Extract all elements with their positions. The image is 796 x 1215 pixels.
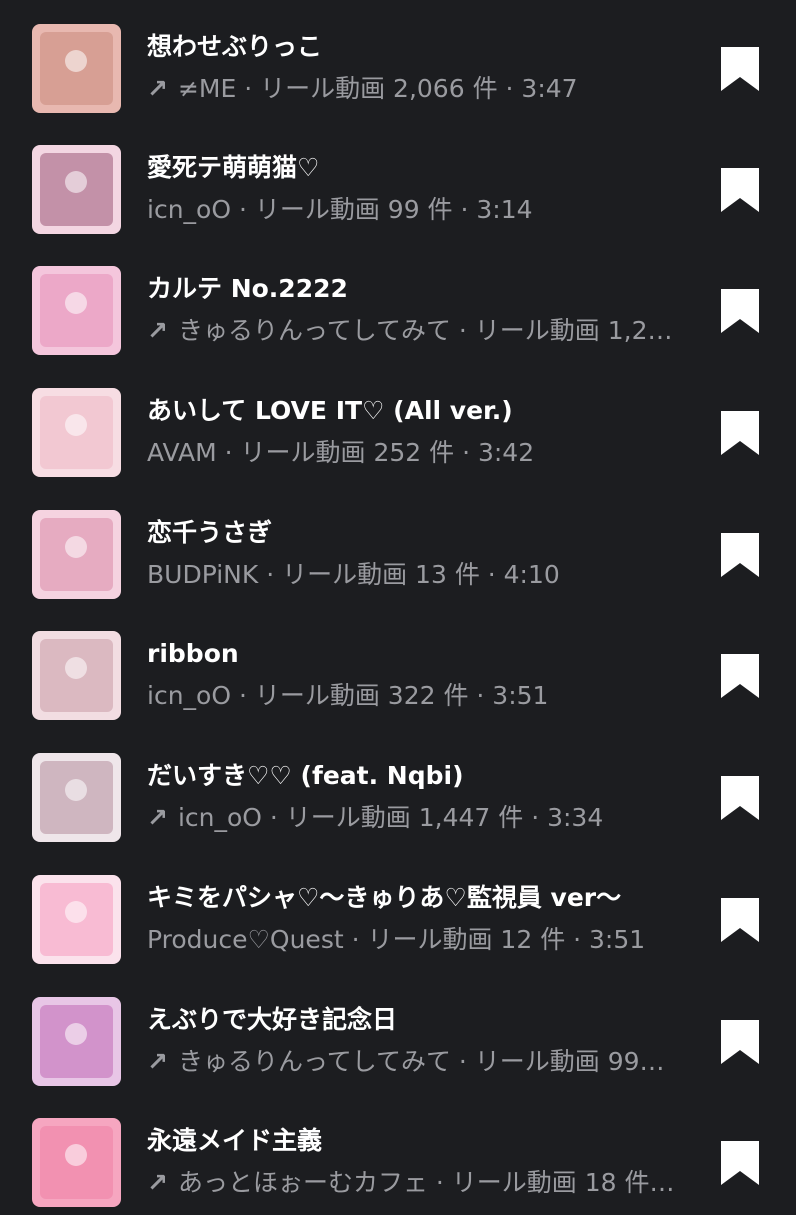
song-meta: ↗ icn_oO · リール動画 1,447 件 · 3:34 <box>147 801 603 835</box>
song-meta: AVAM · リール動画 252 件 · 3:42 <box>147 436 534 470</box>
trending-arrow-icon: ↗ <box>147 803 168 832</box>
song-title: キミをパシャ♡〜きゅりあ♡監視員 ver〜 <box>147 883 622 912</box>
trending-arrow-icon: ↗ <box>147 74 168 103</box>
song-meta-text: きゅるりんってしてみて · リール動画 99… <box>177 1047 665 1076</box>
song-row[interactable]: 想わせぶりっこ ↗ ≠ME · リール動画 2,066 件 · 3:47 <box>0 0 796 121</box>
song-thumbnail <box>32 1118 121 1207</box>
trending-arrow-icon: ↗ <box>147 1168 168 1197</box>
song-title: 想わせぶりっこ <box>147 32 323 61</box>
bookmark-icon[interactable] <box>721 289 759 333</box>
song-thumbnail <box>32 753 121 842</box>
song-meta: ↗ あっとほぉーむカフェ · リール動画 18 件… <box>147 1166 675 1200</box>
song-meta-text: ≠ME · リール動画 2,066 件 · 3:47 <box>177 74 578 103</box>
song-meta-text: きゅるりんってしてみて · リール動画 1,2… <box>177 316 673 345</box>
song-meta-text: icn_oO · リール動画 1,447 件 · 3:34 <box>177 803 604 832</box>
song-meta-text: icn_oO · リール動画 322 件 · 3:51 <box>147 681 549 710</box>
song-meta: ↗ きゅるりんってしてみて · リール動画 99… <box>147 1045 665 1079</box>
song-title: ribbon <box>147 639 239 668</box>
song-row[interactable]: だいすき♡♡ (feat. Nqbi) ↗ icn_oO · リール動画 1,447… <box>0 729 796 850</box>
song-thumbnail <box>32 631 121 720</box>
song-thumbnail <box>32 266 121 355</box>
song-row[interactable]: 恋千うさぎ BUDPiNK · リール動画 13 件 · 4:10 <box>0 486 796 607</box>
bookmark-icon[interactable] <box>721 1020 759 1064</box>
song-list: 想わせぶりっこ ↗ ≠ME · リール動画 2,066 件 · 3:47 愛死テ萌萌猫… <box>0 0 796 1207</box>
song-row[interactable]: 愛死テ萌萌猫♡ icn_oO · リール動画 99 件 · 3:14 <box>0 121 796 242</box>
bookmark-icon[interactable] <box>721 168 759 212</box>
song-meta: Produce♡Quest · リール動画 12 件 · 3:51 <box>147 923 645 957</box>
song-meta-text: icn_oO · リール動画 99 件 · 3:14 <box>147 195 533 224</box>
song-row[interactable]: えぶりで大好き記念日 ↗ きゅるりんってしてみて · リール動画 99… <box>0 973 796 1094</box>
bookmark-icon[interactable] <box>721 898 759 942</box>
song-thumbnail <box>32 388 121 477</box>
song-thumbnail <box>32 145 121 234</box>
song-title: 恋千うさぎ <box>147 518 273 547</box>
song-meta: BUDPiNK · リール動画 13 件 · 4:10 <box>147 558 560 592</box>
song-thumbnail <box>32 997 121 1086</box>
song-row[interactable]: キミをパシャ♡〜きゅりあ♡監視員 ver〜 Produce♡Quest · リール… <box>0 851 796 972</box>
song-title: あいして LOVE IT♡ (All ver.) <box>147 396 513 425</box>
song-title: カルテ No.2222 <box>147 274 348 303</box>
trending-arrow-icon: ↗ <box>147 1047 168 1076</box>
song-title: 愛死テ萌萌猫♡ <box>147 153 320 182</box>
trending-arrow-icon: ↗ <box>147 316 168 345</box>
song-row[interactable]: あいして LOVE IT♡ (All ver.) AVAM · リール動画 252… <box>0 364 796 485</box>
song-meta: icn_oO · リール動画 99 件 · 3:14 <box>147 193 533 227</box>
bookmark-icon[interactable] <box>721 1141 759 1185</box>
song-row[interactable]: カルテ No.2222 ↗ きゅるりんってしてみて · リール動画 1,2… <box>0 242 796 363</box>
bookmark-icon[interactable] <box>721 533 759 577</box>
song-meta-text: Produce♡Quest · リール動画 12 件 · 3:51 <box>147 925 646 954</box>
song-thumbnail <box>32 24 121 113</box>
song-meta: ↗ ≠ME · リール動画 2,066 件 · 3:47 <box>147 72 578 106</box>
bookmark-icon[interactable] <box>721 47 759 91</box>
song-thumbnail <box>32 875 121 964</box>
song-meta-text: AVAM · リール動画 252 件 · 3:42 <box>147 438 535 467</box>
song-thumbnail <box>32 510 121 599</box>
song-meta-text: あっとほぉーむカフェ · リール動画 18 件… <box>177 1168 675 1197</box>
song-meta: icn_oO · リール動画 322 件 · 3:51 <box>147 679 548 713</box>
bookmark-icon[interactable] <box>721 411 759 455</box>
song-title: えぶりで大好き記念日 <box>147 1005 398 1034</box>
song-title: 永遠メイド主義 <box>147 1126 323 1155</box>
song-meta-text: BUDPiNK · リール動画 13 件 · 4:10 <box>147 560 560 589</box>
bookmark-icon[interactable] <box>721 776 759 820</box>
song-row[interactable]: ribbon icn_oO · リール動画 322 件 · 3:51 <box>0 607 796 728</box>
song-meta: ↗ きゅるりんってしてみて · リール動画 1,2… <box>147 314 673 348</box>
bookmark-icon[interactable] <box>721 654 759 698</box>
song-title: だいすき♡♡ (feat. Nqbi) <box>147 761 464 790</box>
song-row[interactable]: 永遠メイド主義 ↗ あっとほぉーむカフェ · リール動画 18 件… <box>0 1094 796 1215</box>
